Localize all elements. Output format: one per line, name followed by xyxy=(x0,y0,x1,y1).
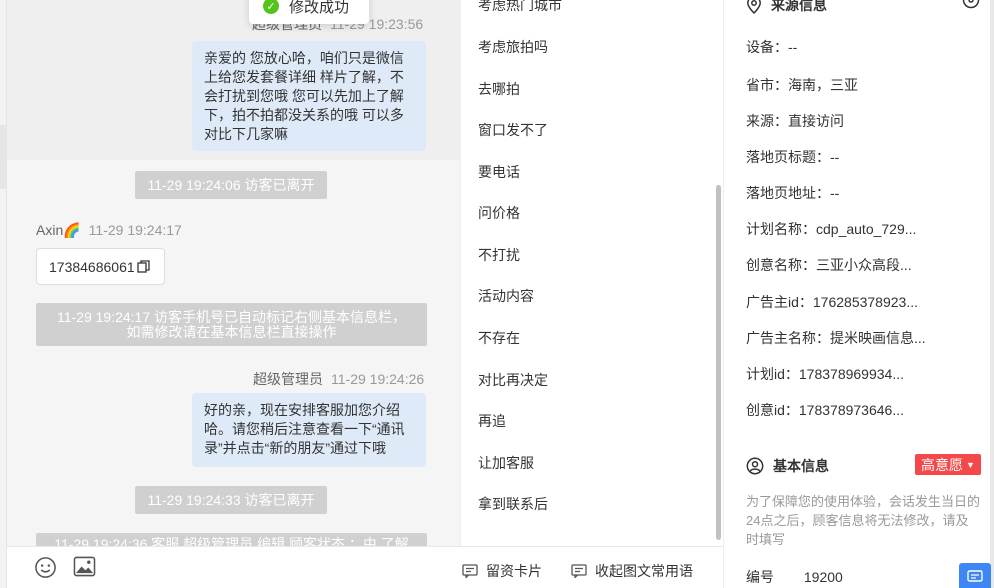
agent-message-bubble: 好的亲，现在安排客服加您介绍哈。请您稍后注意查看一下“通讯录”并点击“新的朋友”… xyxy=(192,393,426,467)
location-edit-icon[interactable] xyxy=(961,0,981,13)
info-landing-url: 落地页地址：-- xyxy=(746,185,840,201)
system-message: 11-29 19:24:33 访客已离开 xyxy=(135,486,327,514)
image-icon[interactable] xyxy=(73,556,96,580)
message-text: 好的亲，现在安排客服加您介绍哈。请您稍后注意查看一下“通讯录”并点击“新的朋友”… xyxy=(204,402,405,456)
agent-name: 超级管理员 xyxy=(253,371,323,387)
chat-input-toolbar xyxy=(6,546,460,588)
emoji-icon[interactable] xyxy=(34,556,57,582)
system-message-text: 11-29 19:24:33 访客已离开 xyxy=(147,492,315,508)
info-creative-name: 创意名称：三亚小众高段... xyxy=(746,257,912,273)
lead-card-label: 留资卡片 xyxy=(486,563,542,579)
message-meta: 超级管理员 11-29 19:24:26 xyxy=(253,369,424,389)
message-meta: Axin🌈 11-29 19:24:17 xyxy=(36,222,182,239)
id-label: 编号 xyxy=(746,569,774,585)
phrase-item[interactable]: 拿到联系后 xyxy=(478,494,548,514)
location-pin-icon xyxy=(746,0,762,14)
info-creative-id: 创意id：178378973646... xyxy=(746,402,904,418)
success-toast: ✓ 修改成功 xyxy=(249,0,369,24)
source-info-label: 来源信息 xyxy=(771,0,827,13)
window-edge xyxy=(990,0,994,588)
visitor-phone-message[interactable]: 17384686061 xyxy=(36,248,165,285)
info-region: 省市：海南，三亚 xyxy=(746,77,858,93)
system-message: 11-29 19:24:17 访客手机号已自动标记右侧基本信息栏，如需修改请在基… xyxy=(36,303,427,346)
phrase-item[interactable]: 要电话 xyxy=(478,162,520,182)
id-value: 19200 xyxy=(803,569,843,585)
basic-info-title: 基本信息 xyxy=(746,456,829,476)
system-message-text: 11-29 19:24:17 访客手机号已自动标记右侧基本信息栏，如需修改请在基… xyxy=(56,309,407,340)
system-message: 11-29 19:24:36 客服 超级管理员 编辑 顾客状态 ：由 了解 xyxy=(36,533,427,546)
phrase-item[interactable]: 不存在 xyxy=(478,328,520,348)
system-message: 11-29 19:24:06 访客已离开 xyxy=(135,171,327,199)
copy-icon[interactable] xyxy=(137,260,150,273)
info-source: 来源：直接访问 xyxy=(746,113,844,129)
collapse-phrases-label: 收起图文常用语 xyxy=(595,563,693,579)
intent-value: 高意愿 xyxy=(921,456,964,473)
phrase-item[interactable]: 考虑旅拍吗 xyxy=(478,37,548,57)
phrase-item[interactable]: 问价格 xyxy=(478,203,520,223)
agent-message-bubble: 亲爱的 您放心哈，咱们只是微信上给您发套餐详细 样片了解，不会打扰到您哦 您可以… xyxy=(192,41,426,151)
quick-phrase-list: 考虑热门城市 考虑旅拍吗 去哪拍 窗口发不了 要电话 问价格 不打扰 活动内容 … xyxy=(460,0,723,546)
check-icon: ✓ xyxy=(263,0,279,14)
message-icon xyxy=(571,564,587,578)
phrase-item[interactable]: 再追 xyxy=(478,411,506,431)
chat-panel: 超级管理员 11-29 19:23:56 亲爱的 您放心哈，咱们只是微信上给您发套… xyxy=(6,0,460,546)
info-plan-name: 计划名称：cdp_auto_729... xyxy=(746,221,917,237)
intent-dropdown[interactable]: 高意愿 ▼ xyxy=(915,454,981,475)
phrase-item[interactable]: 活动内容 xyxy=(478,286,534,306)
info-landing-title: 落地页标题：-- xyxy=(746,149,840,165)
visitor-name: Axin🌈 xyxy=(36,222,81,238)
phone-number: 17384686061 xyxy=(49,258,135,275)
phrase-item[interactable]: 对比再决定 xyxy=(478,370,548,390)
customer-info-panel: 来源信息 设备：-- 省市：海南，三亚 来源：直接访问 落地页标题：-- 落地页… xyxy=(723,0,990,588)
info-advertiser-name: 广告主名称：提米映画信息... xyxy=(746,330,926,346)
caret-down-icon: ▼ xyxy=(966,459,975,470)
chat-float-button[interactable] xyxy=(959,563,991,588)
phrase-toolbar: 留资卡片 收起图文常用语 xyxy=(460,546,723,588)
message-time: 11-29 19:24:26 xyxy=(331,371,425,387)
info-id-row: 编号 19200 xyxy=(746,567,843,587)
phrase-item[interactable]: 不打扰 xyxy=(478,245,520,265)
chat-icon xyxy=(967,570,983,584)
source-info-title: 来源信息 xyxy=(746,0,827,15)
phrase-scrollbar[interactable] xyxy=(716,185,721,540)
toast-text: 修改成功 xyxy=(289,0,350,16)
info-advertiser-id: 广告主id：176285378923... xyxy=(746,294,918,310)
collapse-phrases-button[interactable]: 收起图文常用语 xyxy=(571,561,693,581)
card-icon xyxy=(462,564,478,578)
system-message-text: 11-29 19:24:36 客服 超级管理员 编辑 顾客状态 ：由 了解 xyxy=(54,536,409,546)
phrase-item[interactable]: 让加客服 xyxy=(478,453,534,473)
message-time: 11-29 19:24:17 xyxy=(88,222,182,238)
message-text: 亲爱的 您放心哈，咱们只是微信上给您发套餐详细 样片了解，不会打扰到您哦 您可以… xyxy=(204,50,404,142)
info-plan-id: 计划id：178378969934... xyxy=(746,366,904,382)
lead-card-button[interactable]: 留资卡片 xyxy=(462,561,542,581)
info-device: 设备：-- xyxy=(746,39,798,55)
system-message-text: 11-29 19:24:06 访客已离开 xyxy=(147,177,315,193)
basic-info-label: 基本信息 xyxy=(773,458,829,474)
edit-notice: 为了保障您的使用体验，会话发生当日的24点之后，顾客信息将无法修改，请及时填写 xyxy=(746,494,981,547)
phrase-item[interactable]: 去哪拍 xyxy=(478,79,520,99)
phrase-item[interactable]: 窗口发不了 xyxy=(478,120,548,140)
user-circle-icon xyxy=(746,457,764,475)
phrase-item[interactable]: 考虑热门城市 xyxy=(478,0,562,15)
